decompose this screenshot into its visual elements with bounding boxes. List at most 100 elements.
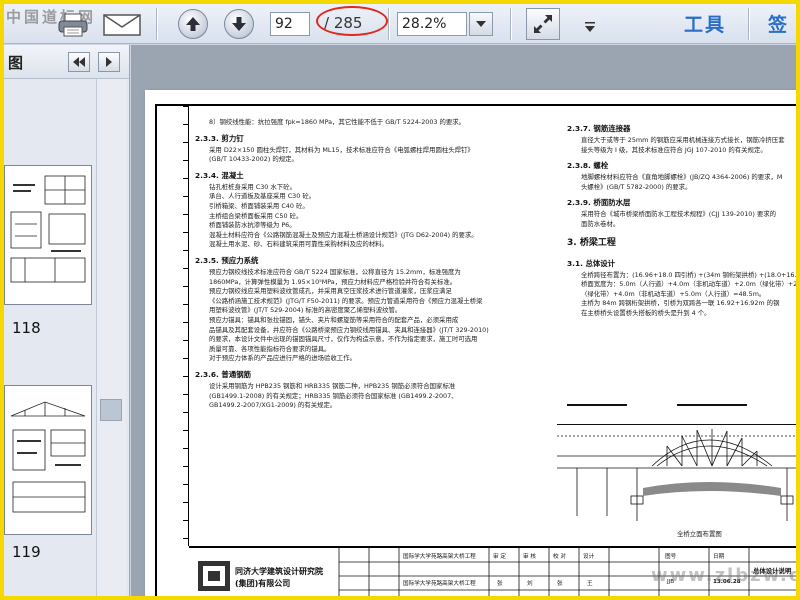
arrow-down-icon bbox=[232, 17, 246, 31]
toolbar-separator bbox=[388, 8, 389, 40]
bridge-elevation-drawing bbox=[557, 404, 796, 521]
full-screen-button[interactable] bbox=[526, 8, 560, 40]
title-block-label: 校 对 bbox=[553, 554, 566, 560]
section-heading: 2.3.3. 剪力钉 bbox=[195, 133, 244, 143]
paragraph-line: 质量可靠、各项性能指标符合要求的锚具。 bbox=[209, 344, 331, 353]
collapse-panel-button[interactable] bbox=[68, 52, 90, 72]
paragraph-line: 品锚具及其配套设备，并应符合《公路桥梁预应力钢绞线用锚具、夹具和连接器》(JT/… bbox=[209, 325, 489, 334]
section-heading: 2.3.5. 预应力系统 bbox=[195, 256, 259, 265]
signature-name: 张 bbox=[497, 581, 503, 587]
paragraph-line: 预应力钢绞线应采用塑料波纹管成孔，并采用真空压浆技术进行管道灌浆，压浆应满足 bbox=[209, 287, 452, 296]
paragraph-line: （绿化带）+4.0m（非机动车道）+5.0m（人行道）=48.5m。 bbox=[581, 289, 766, 298]
zoom-dropdown-button[interactable] bbox=[469, 12, 493, 36]
thumbnail-scrollbar[interactable] bbox=[96, 79, 126, 596]
section-heading: 2.3.8. 螺栓 bbox=[567, 161, 609, 171]
paragraph-line: 头螺栓》(GB/T 5782-2000) 的要求。 bbox=[581, 182, 692, 191]
red-highlight-circle bbox=[316, 6, 388, 36]
paragraph-line: 采用 D22×150 圆柱头焊钉，其材料为 ML15，技术标准应符合《电弧螺柱焊… bbox=[209, 145, 474, 154]
title-block-label: 设计 bbox=[583, 554, 595, 560]
paragraph-line: 设计采用钢筋为 HPB235 钢筋和 HRB335 钢筋二种，HPB235 钢筋… bbox=[209, 382, 456, 390]
paragraph-line: 混凝土用水泥、砂、石料建筑采用可靠性采购材料及应的材料。 bbox=[209, 240, 388, 249]
paragraph-line: 地脚螺栓材料应符合《直角地脚螺栓》(JB/ZQ 4364-2006) 的要求，M bbox=[581, 173, 783, 182]
paragraph-line: 8）钢绞线性能：抗拉强度 fpk=1860 MPa，其它性能不低于 GB/T 5… bbox=[209, 118, 466, 126]
paragraph-line: 预应力锚具：锚具和张拉锚固，锚头、夹片和螺旋筋等采用符合的配套产品，必须采用成 bbox=[209, 316, 459, 324]
tools-button[interactable]: 工具 bbox=[684, 10, 726, 37]
section-heading: 2.3.7. 钢筋连接器 bbox=[567, 124, 631, 133]
paragraph-line: 采用符合《城市桥梁桥面防水工程技术规程》(CJJ 139-2010) 要求的 bbox=[581, 210, 777, 219]
project-name: 国际学大学苑路高架大桥工程 bbox=[403, 581, 476, 587]
section-heading: 3. 桥梁工程 bbox=[567, 237, 616, 248]
title-block-label: 审 定 bbox=[493, 554, 506, 560]
watermark-bottom: www.zlbzw.com bbox=[651, 565, 796, 586]
double-chevron-left-icon bbox=[73, 57, 85, 67]
page-number-input[interactable]: 92 bbox=[270, 12, 310, 36]
title-block-label: 日期 bbox=[713, 554, 725, 560]
paragraph-line: 用塑料波纹管》(JT/T 529-2004) 标准的高密度聚乙烯塑料波纹管。 bbox=[209, 306, 402, 315]
thumbnail-drawing bbox=[10, 175, 86, 283]
panel-title: 图 bbox=[8, 54, 24, 72]
paragraph-line: 主桥为 84m 跨钢桁架拱桥，引桥为双跨各一联 16.92+16.92m 的钢 bbox=[581, 299, 780, 308]
toolbar-separator bbox=[156, 8, 157, 40]
zoom-input[interactable]: 28.2% bbox=[397, 12, 467, 36]
paragraph-line: 桥面铺装防水抗渗等级为 P6。 bbox=[209, 221, 296, 230]
thumbnail-drawing bbox=[10, 401, 86, 513]
document-view[interactable]: 8）钢绞线性能：抗拉强度 fpk=1860 MPa，其它性能不低于 GB/T 5… bbox=[131, 45, 796, 596]
drawing-frame: 8）钢绞线性能：抗拉强度 fpk=1860 MPa，其它性能不低于 GB/T 5… bbox=[155, 104, 796, 596]
document-page: 8）钢绞线性能：抗拉强度 fpk=1860 MPa，其它性能不低于 GB/T 5… bbox=[145, 90, 796, 596]
pdf-viewer-window: 中国道标网 92 / 285 28.2% 工具 签 图 118 119 8）钢绞… bbox=[4, 4, 796, 596]
toolbar-separator bbox=[510, 8, 511, 40]
elevation-caption: 全桥立面布置图 bbox=[677, 530, 722, 538]
sign-button[interactable]: 签 bbox=[768, 10, 787, 37]
signature-name: 王 bbox=[587, 581, 593, 587]
toolbar: 中国道标网 92 / 285 28.2% 工具 签 bbox=[4, 4, 796, 44]
section-heading: 2.3.4. 混凝土 bbox=[195, 170, 244, 180]
panel-header: 图 bbox=[4, 45, 129, 79]
expand-panel-button[interactable] bbox=[98, 52, 120, 72]
paragraph-line: 面防水卷材。 bbox=[581, 220, 620, 228]
chevron-down-icon bbox=[476, 21, 486, 27]
institute-name: 同济大学建筑设计研究院 bbox=[235, 567, 323, 576]
paragraph-line: 全桥跨径布置为：(16.96+18.0 四引桥) +(34m 钢桁架拱桥) +(… bbox=[581, 270, 796, 279]
paragraph-line: (GB/T 10433-2002) 的规定。 bbox=[209, 155, 298, 164]
title-block-label: 审 核 bbox=[523, 554, 536, 560]
previous-page-button[interactable] bbox=[178, 9, 208, 39]
paragraph-line: 直径大于或等于 25mm 的钢筋应采用机械连接方式接长，钢筋冷挤压套 bbox=[581, 136, 785, 144]
paragraph-line: 《公路桥涵施工技术规范》(JTG/T F50-2011) 的要求。预应力管道采用… bbox=[209, 296, 483, 305]
paragraph-line: (GB1499.1-2008) 的有关规定；HRB335 钢筋必须符合国家标准 … bbox=[209, 391, 458, 400]
institute-logo-icon bbox=[198, 561, 230, 591]
expand-arrows-icon bbox=[534, 15, 552, 33]
paragraph-line: 混凝土材料应符合《公路钢筋混凝土及预应力混凝土桥涵设计规范》(JTG D62-2… bbox=[209, 230, 478, 239]
page-thumbnail[interactable] bbox=[4, 385, 92, 535]
project-name: 国际学大学苑路高架大桥工程 bbox=[403, 554, 476, 560]
signature-name: 刘 bbox=[527, 581, 533, 587]
print-icon[interactable] bbox=[56, 12, 90, 38]
paragraph-line: 的要求，本设计文件中出现的锚固锚具尺寸，仅作为构造示意，不作为指定要求，施工时可… bbox=[209, 335, 478, 344]
title-block-label: 图号 bbox=[665, 554, 677, 560]
scrollbar-thumb[interactable] bbox=[100, 399, 122, 421]
more-options-button[interactable] bbox=[584, 17, 596, 36]
thumbnail-page-label: 118 bbox=[12, 319, 41, 337]
paragraph-line: 接头等级为 I 级，其技术标准应符合 JGJ 107-2010 的有关规定。 bbox=[581, 145, 767, 154]
paragraph-line: 预应力钢绞线技术标准应符合 GB/T 5224 国家标准，公称直径为 15.2m… bbox=[209, 268, 461, 276]
paragraph-line: 钻孔桩桩身采用 C30 水下砼。 bbox=[209, 182, 296, 191]
section-heading: 3.1. 总体设计 bbox=[567, 258, 616, 268]
paragraph-line: 引桥箱梁、桥面铺装采用 C40 砼。 bbox=[209, 202, 309, 210]
paragraph-line: 1860MPa，计算弹性模量为 1.95×10⁵MPa，预应力材料应严格检验并符… bbox=[209, 277, 457, 286]
section-heading: 2.3.9. 桥面防水层 bbox=[567, 198, 631, 208]
signature-name: 张 bbox=[557, 581, 563, 587]
paragraph-line: 主桥组合梁桥面板采用 C50 砼。 bbox=[209, 211, 303, 220]
paragraph-line: 对于预应力体系的产品应进行严格的进场验收工作。 bbox=[209, 354, 356, 363]
chevron-right-icon bbox=[106, 57, 112, 67]
institute-name-suffix: (集团)有限公司 bbox=[235, 579, 291, 588]
thumbnail-page-label: 119 bbox=[12, 543, 41, 561]
next-page-button[interactable] bbox=[224, 9, 254, 39]
email-icon[interactable] bbox=[102, 13, 142, 37]
page-thumbnails-panel: 图 118 119 bbox=[4, 45, 130, 596]
page-thumbnail[interactable] bbox=[4, 165, 92, 305]
arrow-up-icon bbox=[186, 17, 200, 31]
paragraph-line: 在主桥桥头设置桥头搭板的桥头是升到 4 个。 bbox=[581, 309, 711, 317]
paragraph-line: 桥面宽度为：5.0m（人行道）+4.0m（非机动车道）+2.0m（绿化带）+21 bbox=[581, 280, 796, 289]
toolbar-separator bbox=[748, 8, 749, 40]
section-heading: 2.3.6. 普通钢筋 bbox=[195, 370, 251, 379]
chevron-down-icon bbox=[585, 22, 595, 32]
